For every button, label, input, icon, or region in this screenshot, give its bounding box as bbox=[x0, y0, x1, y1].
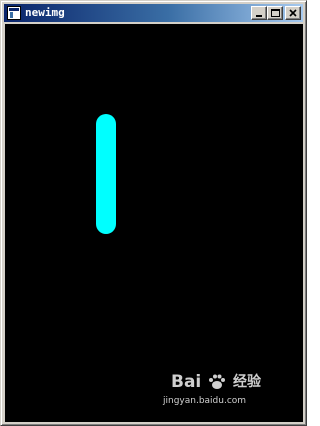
title-bar[interactable]: newimg bbox=[4, 4, 303, 22]
maximize-icon bbox=[271, 9, 280, 17]
image-canvas: Bai 经验 jingyan.baidu.com bbox=[5, 24, 303, 422]
close-icon bbox=[289, 9, 297, 17]
minimize-icon bbox=[256, 15, 262, 17]
title-buttons bbox=[251, 6, 301, 20]
watermark-url: jingyan.baidu.com bbox=[163, 396, 247, 406]
app-window: newimg Bai 经验 jingyan.baidu.com bbox=[0, 0, 307, 426]
app-icon-bar bbox=[9, 8, 19, 11]
app-window-icon[interactable] bbox=[7, 6, 21, 20]
paw-icon bbox=[209, 374, 225, 389]
maximize-button[interactable] bbox=[267, 6, 283, 20]
window-title: newimg bbox=[25, 6, 65, 19]
app-icon-side bbox=[10, 12, 13, 18]
cyan-line-shape bbox=[96, 114, 116, 234]
watermark-brand-text: 经验 bbox=[233, 374, 261, 390]
minimize-button[interactable] bbox=[251, 6, 267, 20]
baidu-jingyan-watermark: Bai 经验 jingyan.baidu.com bbox=[163, 370, 283, 412]
watermark-logo-text: Bai bbox=[171, 372, 202, 392]
close-button[interactable] bbox=[285, 6, 301, 20]
